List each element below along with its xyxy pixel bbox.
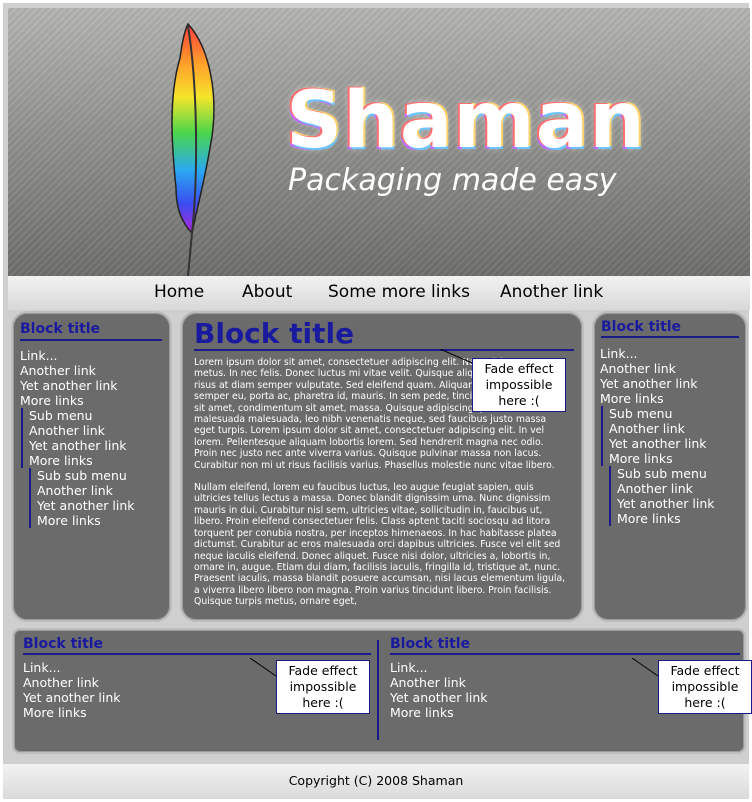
main-block: Block title Lorem ipsum dolor sit amet, … <box>180 311 584 622</box>
site-footer: Copyright (C) 2008 Shaman <box>3 764 749 799</box>
block-title: Block title <box>20 321 101 337</box>
sub-sub-menu: Sub sub menu Another link Yet another li… <box>29 468 165 528</box>
block-links: Link... Another link Yet another link Mo… <box>600 346 742 526</box>
block-title: Block title <box>23 636 104 652</box>
nav-another-link[interactable]: Another link <box>500 282 603 302</box>
nav-home[interactable]: Home <box>154 282 204 302</box>
block-title-underline <box>601 336 739 338</box>
right-block: Block title Link... Another link Yet ano… <box>592 311 748 622</box>
sub-menu: Sub menu Another link Yet another link M… <box>21 408 165 468</box>
sub-menu-item[interactable]: Yet another link <box>609 436 742 451</box>
link-item[interactable]: Another link <box>23 675 243 690</box>
nav-some-more-links[interactable]: Some more links <box>328 282 470 302</box>
main-title-underline <box>194 349 574 351</box>
sub-menu: Sub menu Another link Yet another link M… <box>601 406 742 466</box>
sub-sub-menu-item[interactable]: Another link <box>617 481 742 496</box>
sub-menu-item[interactable]: Sub menu <box>29 408 165 423</box>
link-item[interactable]: Yet another link <box>23 690 243 705</box>
site-tagline: Packaging made easy <box>288 163 617 198</box>
link-item[interactable]: More links <box>390 705 610 720</box>
site-header: Shaman Packaging made easy <box>8 8 750 276</box>
link-item[interactable]: Link... <box>23 660 243 675</box>
block-links: Link... Another link Yet another link Mo… <box>23 660 243 720</box>
sub-menu-item[interactable]: Another link <box>29 423 165 438</box>
main-block-title: Block title <box>194 317 355 350</box>
link-item[interactable]: More links <box>23 705 243 720</box>
sub-sub-menu-item[interactable]: Yet another link <box>617 496 742 511</box>
link-item[interactable]: Yet another link <box>600 376 742 391</box>
block-title: Block title <box>601 319 682 335</box>
copyright-text: Copyright (C) 2008 Shaman <box>288 773 464 788</box>
feather-logo-icon <box>171 22 215 276</box>
sub-sub-menu-item[interactable]: Sub sub menu <box>37 468 165 483</box>
link-item[interactable]: Another link <box>20 363 165 378</box>
link-item[interactable]: Link... <box>20 348 165 363</box>
paragraph: Nullam eleifend, lorem eu faucibus luctu… <box>194 482 566 608</box>
main-nav: Home About Some more links Another link <box>8 276 750 310</box>
nav-about[interactable]: About <box>242 282 292 302</box>
sub-menu-item[interactable]: More links <box>609 451 742 466</box>
bottom-divider <box>377 640 379 740</box>
sub-sub-menu-item[interactable]: More links <box>617 511 742 526</box>
sub-menu-item[interactable]: Sub menu <box>609 406 742 421</box>
block-title: Block title <box>390 636 471 652</box>
link-item[interactable]: Yet another link <box>390 690 610 705</box>
sub-menu-item[interactable]: More links <box>29 453 165 468</box>
bottom-panel: Block title Link... Another link Yet ano… <box>12 628 752 754</box>
sub-sub-menu-item[interactable]: More links <box>37 513 165 528</box>
sub-menu-item[interactable]: Another link <box>609 421 742 436</box>
link-item[interactable]: Yet another link <box>20 378 165 393</box>
sub-sub-menu-item[interactable]: Sub sub menu <box>617 466 742 481</box>
link-item[interactable]: More links <box>600 391 742 406</box>
block-links: Link... Another link Yet another link Mo… <box>20 348 165 528</box>
left-block: Block title Link... Another link Yet ano… <box>11 311 172 622</box>
link-item[interactable]: Link... <box>600 346 742 361</box>
link-item[interactable]: Another link <box>390 675 610 690</box>
site-title: Shaman <box>286 76 646 166</box>
fade-note: Fade effect impossible here :( <box>472 358 566 412</box>
sub-menu-item[interactable]: Yet another link <box>29 438 165 453</box>
fade-note: Fade effect impossible here :( <box>658 660 752 714</box>
link-item[interactable]: More links <box>20 393 165 408</box>
sub-sub-menu-item[interactable]: Another link <box>37 483 165 498</box>
sub-sub-menu-item[interactable]: Yet another link <box>37 498 165 513</box>
link-item[interactable]: Another link <box>600 361 742 376</box>
block-title-underline <box>20 339 162 341</box>
block-links: Link... Another link Yet another link Mo… <box>390 660 610 720</box>
sub-sub-menu: Sub sub menu Another link Yet another li… <box>609 466 742 526</box>
link-item[interactable]: Link... <box>390 660 610 675</box>
block-title-underline <box>390 653 740 655</box>
block-title-underline <box>23 653 371 655</box>
fade-note: Fade effect impossible here :( <box>276 660 370 714</box>
